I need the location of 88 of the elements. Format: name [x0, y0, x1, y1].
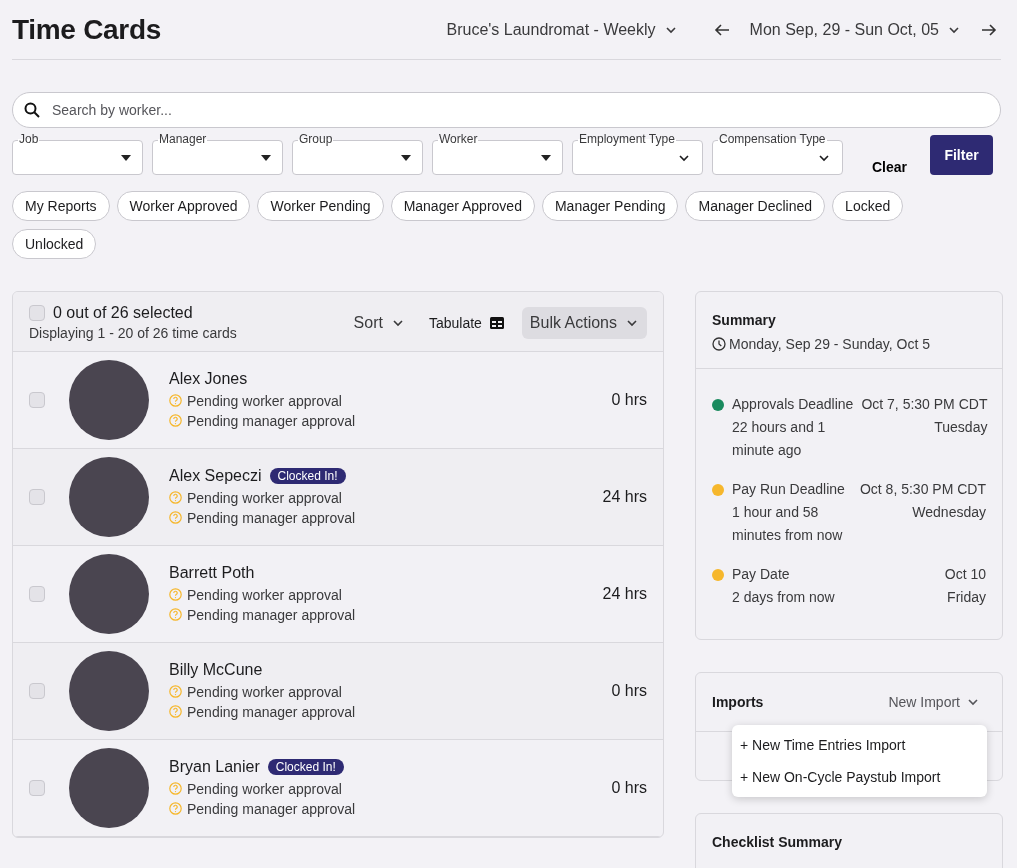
summary-date-range: Monday, Sep 29 - Sunday, Oct 5: [729, 336, 931, 352]
question-icon: [169, 608, 182, 621]
new-import-dropdown[interactable]: New Import: [882, 693, 986, 711]
table-icon: [489, 316, 504, 329]
deadline-weekday: Wednesday: [911, 503, 986, 522]
clock-icon: [712, 337, 726, 351]
row-checkbox[interactable]: [29, 392, 45, 408]
row-checkbox[interactable]: [29, 586, 45, 602]
deadline-label: Approvals Deadline: [732, 395, 854, 414]
worker-name: Billy McCune: [169, 660, 263, 679]
clocked-in-badge: Clocked In!: [267, 758, 344, 775]
deadline-relative-time: 22 hours and 1 minute ago: [732, 418, 827, 460]
deadline-label: Pay Run Deadline: [732, 480, 846, 499]
search-field[interactable]: Search by worker...: [12, 92, 1001, 128]
hours-total: 0 hrs: [611, 391, 647, 409]
worker-name: Barrett Poth: [169, 563, 255, 582]
menu-item[interactable]: + New On-Cycle Paystub Import: [732, 761, 987, 793]
page-title: Time Cards: [12, 13, 162, 46]
clear-button[interactable]: Clear: [852, 159, 922, 175]
question-icon: [169, 705, 182, 718]
question-icon: [169, 414, 182, 427]
approval-status: Pending manager approval: [187, 411, 356, 431]
question-icon: [169, 802, 182, 815]
worker-name: Alex Jones: [169, 369, 248, 388]
caret-icon: [401, 154, 411, 161]
clocked-in-badge: Clocked In!: [269, 467, 346, 484]
card-title: Checklist Summary: [712, 834, 843, 850]
select-all-checkbox[interactable]: [29, 305, 45, 321]
filter-chip[interactable]: Locked: [832, 191, 904, 221]
filter-dropdown[interactable]: Employment Type: [572, 132, 703, 175]
deadline-date: Oct 7, 5:30 PM CDT: [861, 395, 988, 414]
deadline-weekday: Friday: [946, 588, 986, 607]
sort-button[interactable]: Sort: [341, 313, 417, 332]
question-icon: [169, 588, 182, 601]
filter-chip[interactable]: Worker Pending: [257, 191, 384, 221]
filter-dropdown[interactable]: Job: [12, 132, 143, 175]
hours-total: 24 hrs: [602, 488, 647, 506]
approval-status: Pending worker approval: [187, 391, 342, 411]
deadline-relative-time: 2 days from now: [732, 588, 836, 607]
question-icon: [169, 511, 182, 524]
caret-icon: [261, 154, 271, 161]
caret-icon: [541, 154, 551, 161]
question-icon: [169, 394, 182, 407]
approval-status: Pending worker approval: [187, 779, 342, 799]
filter-chip[interactable]: Manager Declined: [685, 191, 826, 221]
selection-count: 0 out of 26 selected: [53, 304, 193, 322]
approval-status: Pending worker approval: [187, 585, 342, 605]
question-icon: [169, 685, 182, 698]
pay-schedule-dropdown[interactable]: Bruce's Laundromat - Weekly: [446, 20, 678, 39]
tabulate-button[interactable]: Tabulate: [416, 314, 516, 331]
menu-item[interactable]: + New Time Entries Import: [732, 729, 987, 761]
deadline-date: Oct 10: [943, 565, 986, 584]
date-range-dropdown[interactable]: Mon Sep, 29 - Sun Oct, 05: [749, 20, 961, 39]
deadline-relative-time: 1 hour and 58 minutes from now: [732, 503, 844, 545]
row-checkbox[interactable]: [29, 489, 45, 505]
worker-name: Alex Sepeczi: [169, 466, 262, 485]
filter-dropdown[interactable]: Worker: [432, 132, 563, 175]
filter-dropdown[interactable]: Group: [292, 132, 423, 175]
hours-total: 0 hrs: [611, 779, 647, 797]
hours-total: 24 hrs: [602, 585, 647, 603]
card-title: Imports: [712, 694, 765, 710]
filter-button[interactable]: Filter: [930, 135, 994, 175]
filter-chip[interactable]: Worker Approved: [116, 191, 251, 221]
question-icon: [169, 782, 182, 795]
approval-status: Pending worker approval: [187, 488, 342, 508]
approval-status: Pending manager approval: [187, 702, 356, 722]
approval-status: Pending worker approval: [187, 682, 342, 702]
bulk-actions-button[interactable]: Bulk Actions: [521, 306, 647, 339]
question-icon: [169, 491, 182, 504]
deadline-date: Oct 8, 5:30 PM CDT: [859, 480, 986, 499]
filter-chip[interactable]: My Reports: [12, 191, 110, 221]
filter-dropdown[interactable]: Compensation Type: [712, 132, 843, 175]
filter-dropdown[interactable]: Manager: [152, 132, 283, 175]
deadline-label: Pay Date: [732, 565, 791, 584]
filter-chip[interactable]: Unlocked: [12, 229, 97, 259]
worker-name: Bryan Lanier: [169, 757, 260, 776]
card-title: Summary: [712, 312, 777, 328]
row-checkbox[interactable]: [29, 683, 45, 699]
deadline-weekday: Tuesday: [933, 418, 988, 437]
displaying-count: Displaying 1 - 20 of 26 time cards: [29, 325, 238, 341]
approval-status: Pending manager approval: [187, 605, 356, 625]
filter-chip[interactable]: Manager Approved: [390, 191, 535, 221]
approval-status: Pending manager approval: [187, 508, 356, 528]
hours-total: 0 hrs: [611, 682, 647, 700]
caret-icon: [121, 154, 131, 161]
filter-chip[interactable]: Manager Pending: [541, 191, 679, 221]
approval-status: Pending manager approval: [187, 799, 356, 819]
row-checkbox[interactable]: [29, 780, 45, 796]
